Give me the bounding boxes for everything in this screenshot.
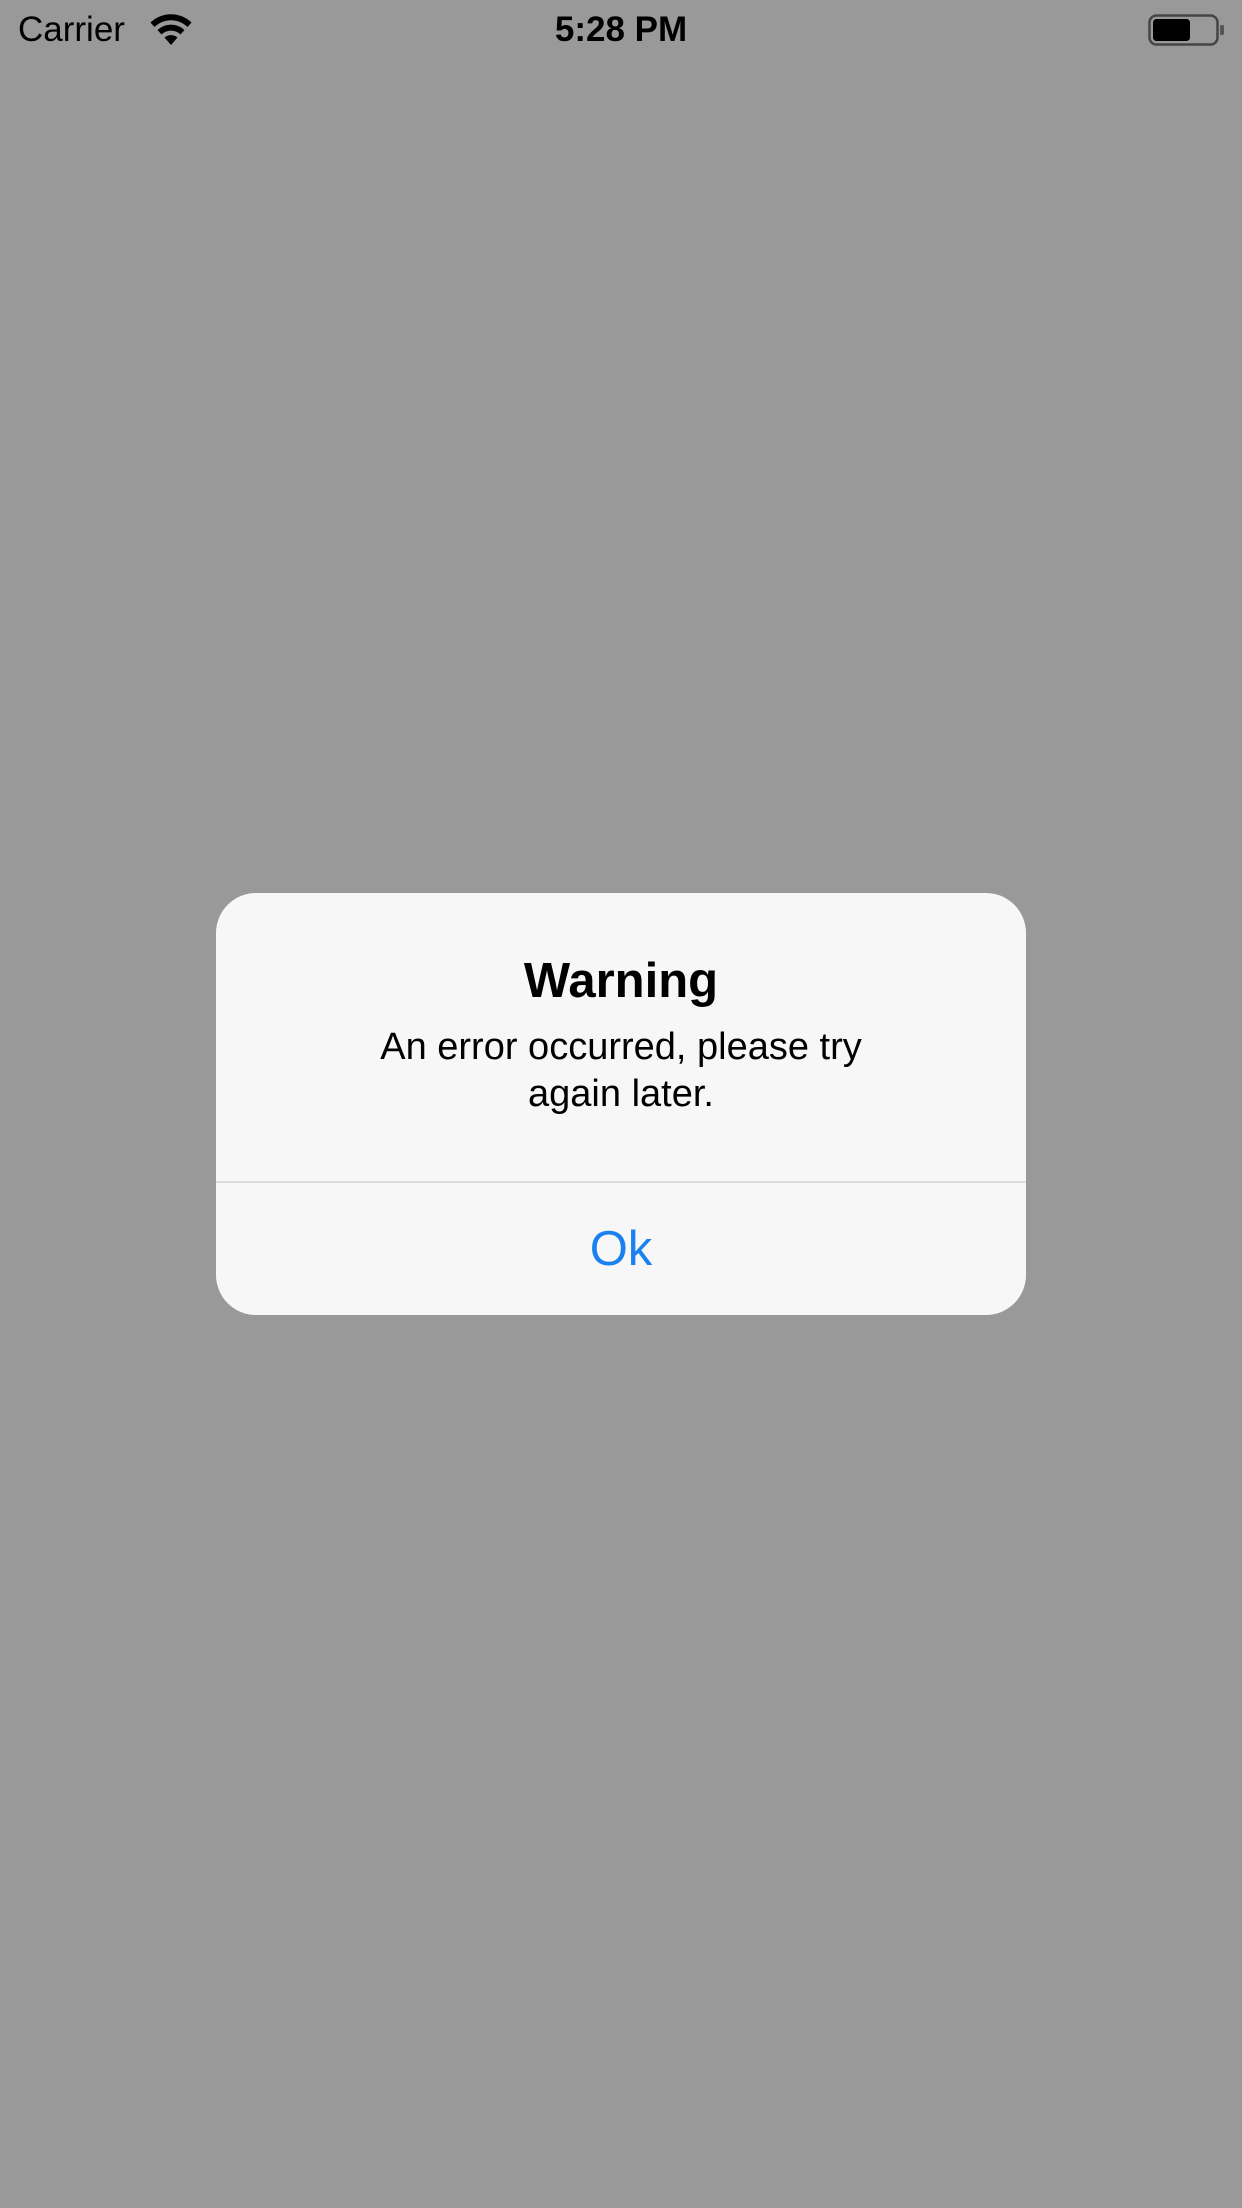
battery-icon (1148, 14, 1226, 46)
status-time: 5:28 PM (554, 10, 688, 49)
alert-title: Warning (523, 954, 719, 1008)
alert-dialog: Warning An error occurred, please try ag… (216, 893, 1026, 1315)
alert-message: An error occurred, please try again late… (380, 1026, 862, 1115)
ok-button[interactable]: Ok (216, 1183, 1026, 1315)
status-bar: Carrier 5:28 PM (0, 0, 1242, 60)
screen: { "status_bar": { "carrier": "Carrier", … (0, 0, 1242, 2208)
